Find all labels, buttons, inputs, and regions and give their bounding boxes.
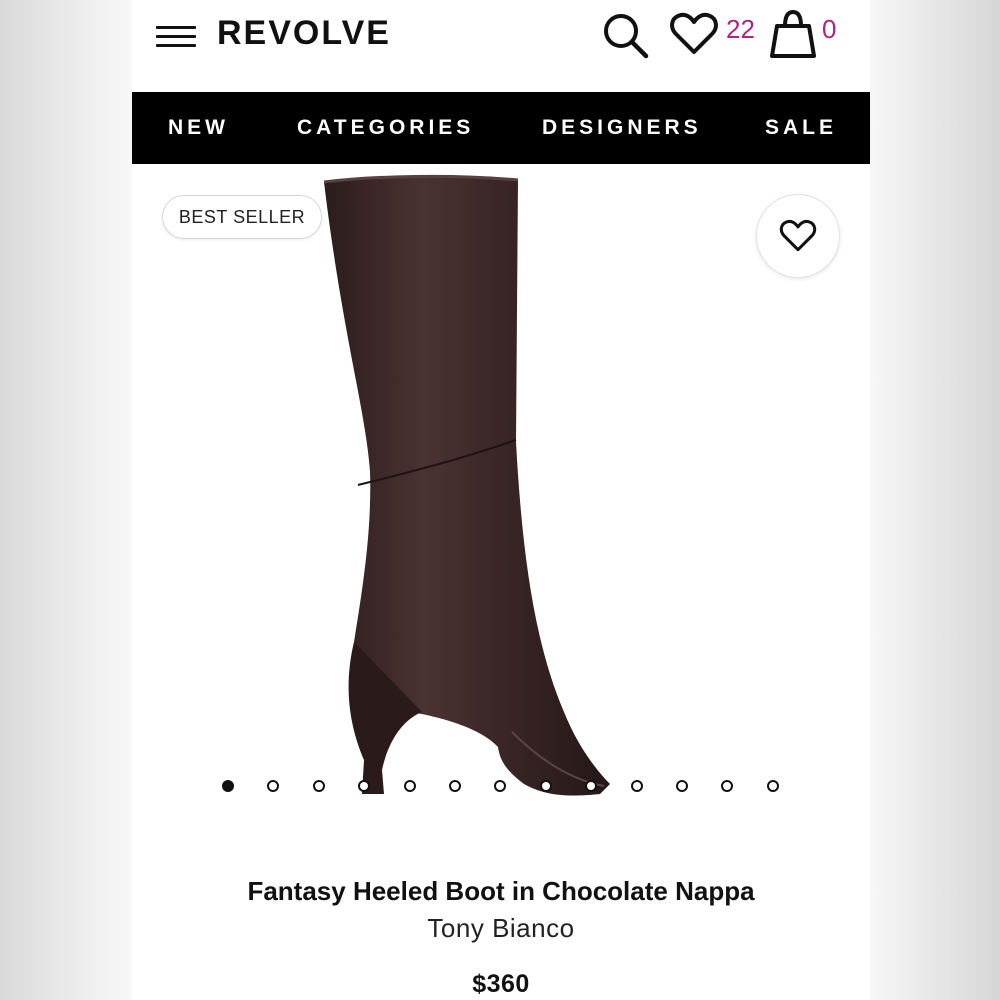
- site-logo[interactable]: REVOLVE: [217, 14, 391, 53]
- bag-count: 0: [822, 14, 837, 44]
- product-price: $360: [472, 970, 530, 998]
- best-seller-badge: BEST SELLER: [162, 195, 322, 239]
- search-icon[interactable]: [600, 10, 652, 60]
- nav-new[interactable]: NEW: [168, 116, 229, 140]
- carousel-dot[interactable]: [721, 780, 734, 792]
- carousel-dot[interactable]: [630, 780, 643, 792]
- carousel-dot[interactable]: [403, 780, 416, 792]
- site-header: REVOLVE 22 0: [132, 0, 870, 92]
- main-nav: NEW CATEGORIES DESIGNERS SALE: [132, 92, 870, 164]
- carousel-dot[interactable]: [766, 780, 779, 792]
- carousel-dot[interactable]: [539, 780, 552, 792]
- shopping-bag-icon[interactable]: [768, 8, 818, 60]
- product-image: [323, 174, 610, 796]
- carousel-dot[interactable]: [267, 780, 280, 792]
- heart-icon[interactable]: [669, 12, 719, 56]
- carousel-dot[interactable]: [585, 780, 598, 792]
- product-page: REVOLVE 22 0 NEW CATEGORIES DESIGNERS SA…: [132, 0, 870, 1000]
- carousel-dot[interactable]: [358, 780, 371, 792]
- carousel-dot[interactable]: [676, 780, 688, 792]
- nav-sale[interactable]: SALE: [765, 116, 837, 140]
- carousel-dots: [132, 780, 870, 800]
- product-gallery[interactable]: BEST SELLER: [132, 164, 870, 820]
- menu-icon[interactable]: [156, 26, 196, 48]
- nav-designers[interactable]: DESIGNERS: [542, 116, 702, 140]
- carousel-dot[interactable]: [494, 780, 507, 792]
- product-brand[interactable]: Tony Bianco: [132, 913, 870, 944]
- add-to-wishlist-button[interactable]: [756, 194, 840, 278]
- heart-icon: [779, 219, 817, 252]
- product-title: Fantasy Heeled Boot in Chocolate Nappa: [247, 876, 755, 906]
- carousel-dot[interactable]: [222, 780, 234, 792]
- carousel-dot[interactable]: [312, 780, 325, 792]
- carousel-dot[interactable]: [449, 780, 461, 792]
- nav-categories[interactable]: CATEGORIES: [297, 116, 474, 140]
- wishlist-count: 22: [726, 14, 755, 44]
